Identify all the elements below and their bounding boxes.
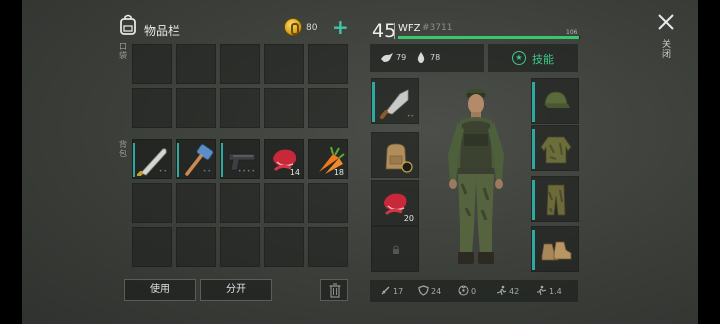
stat-armor: 24 — [418, 285, 441, 296]
trash-icon — [329, 283, 341, 298]
stat-radiation: 0 — [458, 285, 476, 296]
pocket-slot[interactable] — [220, 44, 260, 84]
stat-speed: 42 — [496, 285, 519, 296]
pocket-slot[interactable] — [176, 44, 216, 84]
inventory-title: 物品栏 — [144, 24, 181, 38]
skills-label: 技能 — [532, 53, 554, 66]
backpack-slot[interactable] — [308, 227, 348, 267]
quick-slot-backpack[interactable] — [371, 132, 419, 178]
food-value: 79 — [396, 53, 407, 62]
coin-icon — [284, 18, 302, 36]
coin-count: 80 — [306, 23, 318, 33]
item-qty: 18 — [333, 168, 344, 177]
backpack-slot[interactable] — [308, 183, 348, 223]
durability-dots: •• — [202, 168, 212, 175]
vitals-box: 79 78 — [370, 44, 484, 72]
backpack-slot[interactable] — [220, 183, 260, 223]
equip-slot-head[interactable] — [531, 78, 579, 124]
star-icon: ★ — [512, 51, 526, 65]
pocket-slot[interactable] — [264, 88, 304, 128]
inventory-item[interactable]: 18 — [308, 139, 348, 179]
equip-slot-body[interactable] — [531, 125, 579, 171]
use-button[interactable]: 使用 — [124, 279, 196, 301]
backpack-icon — [120, 14, 136, 35]
pocket-slot[interactable] — [308, 88, 348, 128]
food-qty: 20 — [403, 214, 414, 223]
character-model — [448, 89, 504, 264]
add-coins-button[interactable]: + — [332, 17, 349, 37]
camo-pants-icon — [546, 184, 566, 216]
equip-slot-feet[interactable] — [531, 226, 579, 272]
water-drop-icon — [417, 52, 425, 63]
stats-bar: 17 24 0 42 1.4 — [370, 280, 578, 302]
stat-stealth: 1.4 — [536, 285, 562, 296]
backpack-slot[interactable] — [132, 227, 172, 267]
close-label: 关闭 — [662, 40, 672, 60]
water-value: 78 — [430, 53, 441, 62]
backpack-slot[interactable] — [176, 227, 216, 267]
backpack-slot[interactable] — [264, 227, 304, 267]
skills-button[interactable]: ★ 技能 — [488, 44, 578, 72]
inventory-item[interactable]: •• — [132, 139, 172, 179]
army-cap-icon — [544, 91, 570, 108]
food-icon — [381, 53, 393, 62]
quick-slot-food[interactable]: 20 — [371, 180, 419, 226]
rucksack-icon — [385, 143, 413, 173]
xp-bar-fill — [398, 36, 580, 39]
inventory-item[interactable]: •••• — [220, 139, 260, 179]
xp-max: 106 — [566, 29, 578, 36]
player-id: #3711 — [422, 23, 453, 33]
pocket-slot[interactable] — [308, 44, 348, 84]
durability-dots: •• — [158, 168, 168, 175]
inventory-item[interactable]: •• — [176, 139, 216, 179]
backpack-slot[interactable] — [264, 183, 304, 223]
player-name: WFZ — [398, 23, 421, 34]
durability-dots: •••• — [237, 168, 256, 175]
backpack-slot[interactable] — [220, 227, 260, 267]
military-jacket-icon — [540, 136, 572, 164]
name-divider — [394, 23, 395, 39]
shield-icon — [418, 285, 429, 296]
inventory-item[interactable]: 14 — [264, 139, 304, 179]
quick-slot-empty[interactable] — [371, 226, 419, 272]
pocket-slot[interactable] — [132, 88, 172, 128]
pockets-label: 口袋 — [119, 42, 127, 60]
player-level: 45 — [372, 20, 397, 42]
trash-button[interactable] — [320, 279, 348, 301]
backpack-label: 背包 — [119, 140, 127, 158]
lock-icon — [393, 245, 399, 254]
radiation-icon — [458, 285, 469, 296]
backpack-slot[interactable] — [132, 183, 172, 223]
stat-damage: 17 — [380, 285, 403, 296]
stealth-icon — [537, 285, 547, 296]
pocket-slot[interactable] — [220, 88, 260, 128]
equip-slot-legs[interactable] — [531, 176, 579, 222]
pocket-slot[interactable] — [176, 88, 216, 128]
close-button[interactable] — [656, 12, 676, 32]
backpack-slot[interactable] — [176, 183, 216, 223]
boots-icon — [541, 241, 572, 261]
pocket-slot[interactable] — [132, 44, 172, 84]
item-qty: 14 — [289, 168, 300, 177]
durability-dots: •• — [406, 113, 414, 120]
running-icon — [496, 285, 507, 296]
pocket-slot[interactable] — [264, 44, 304, 84]
sword-icon — [381, 286, 390, 295]
quick-slot-weapon[interactable]: •• — [371, 78, 419, 124]
split-button[interactable]: 分开 — [200, 279, 272, 301]
game-screen: 物品栏 80 + 口袋 背包 使用 分开 45 WFZ #3711 106 79… — [22, 0, 698, 324]
